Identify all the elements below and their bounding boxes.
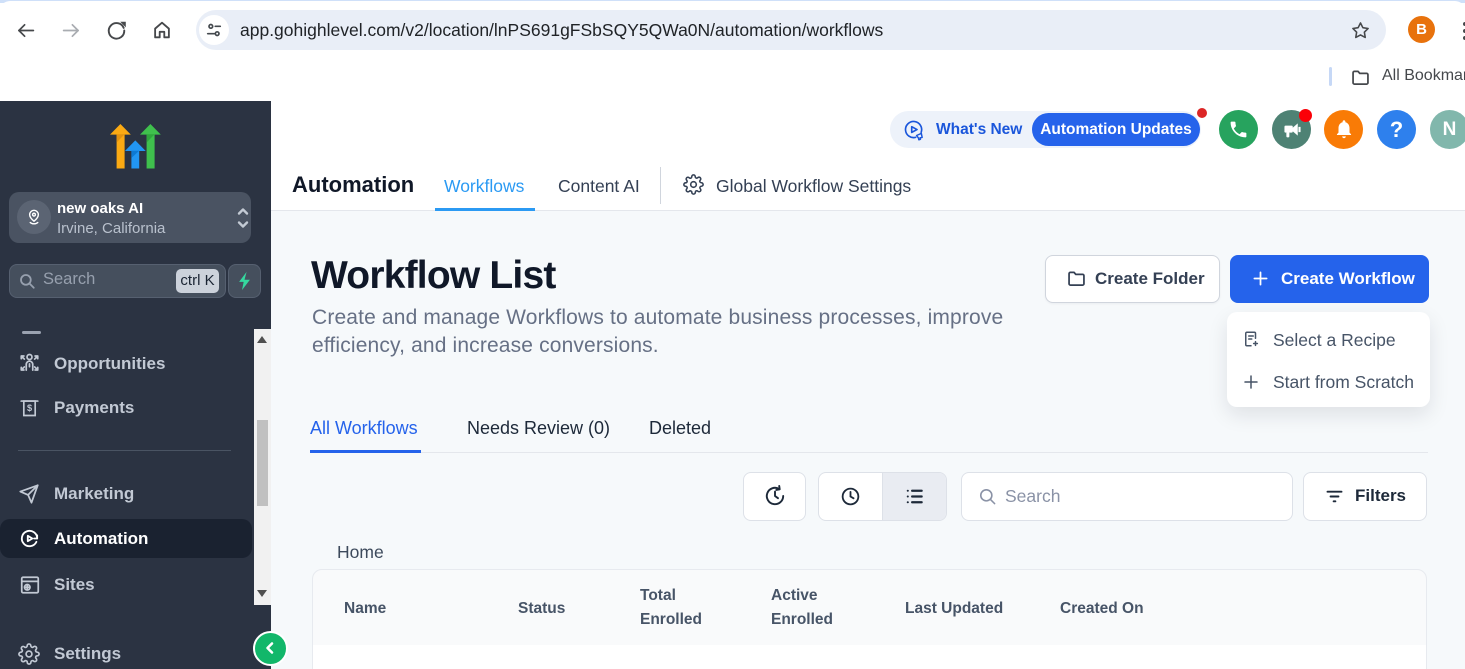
svg-text:$: $ — [27, 403, 32, 413]
